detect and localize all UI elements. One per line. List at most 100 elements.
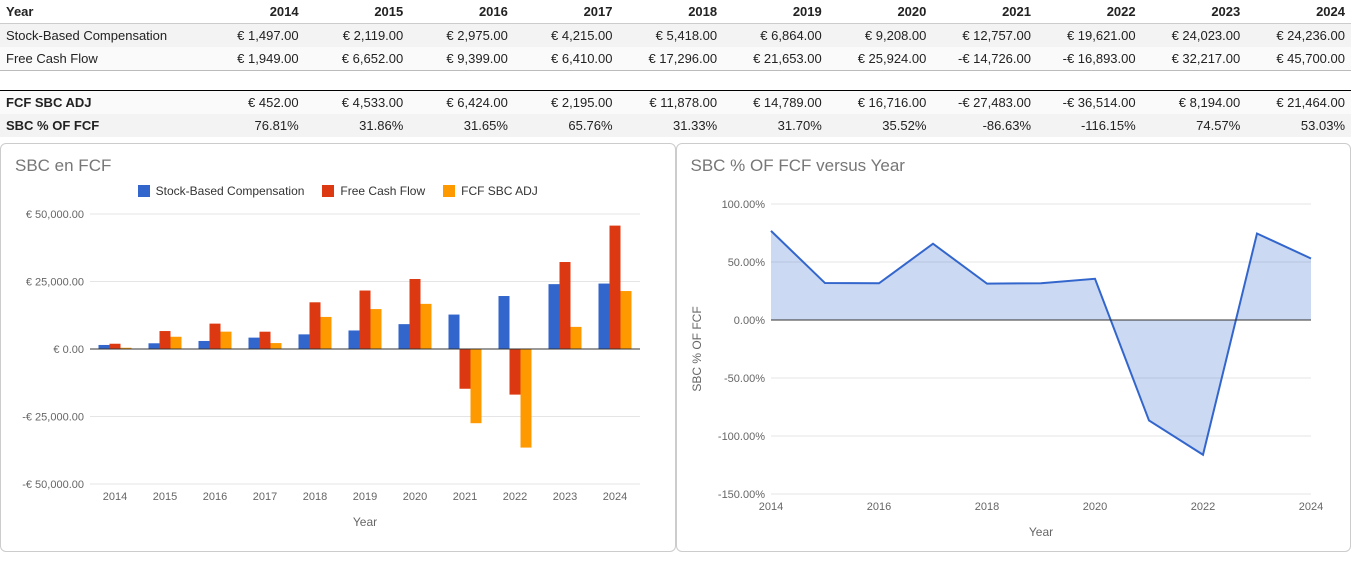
- bar: [110, 344, 121, 349]
- row-label: SBC % OF FCF: [0, 114, 200, 137]
- bar: [410, 279, 421, 349]
- cell-value: € 6,652.00: [305, 47, 410, 71]
- bar: [510, 349, 521, 395]
- cell-value: 65.76%: [514, 114, 619, 137]
- cell-value: 31.70%: [723, 114, 828, 137]
- cell-value: € 17,296.00: [619, 47, 724, 71]
- svg-text:2016: 2016: [203, 491, 227, 503]
- bar: [149, 343, 160, 349]
- col-header-2022: 2022: [1037, 0, 1142, 24]
- area-chart-card: SBC % OF FCF versus Year 100.00%50.00%0.…: [676, 143, 1351, 552]
- legend-swatch: [443, 185, 455, 197]
- bar: [271, 343, 282, 349]
- bar: [160, 331, 171, 349]
- svg-text:2015: 2015: [153, 491, 177, 503]
- bar: [210, 324, 221, 349]
- col-header-2020: 2020: [828, 0, 933, 24]
- bar: [321, 317, 332, 349]
- legend-swatch: [138, 185, 150, 197]
- cell-value: € 19,621.00: [1037, 24, 1142, 48]
- svg-text:2023: 2023: [553, 491, 577, 503]
- svg-text:SBC % OF FCF: SBC % OF FCF: [690, 306, 704, 391]
- cell-value: € 24,023.00: [1142, 24, 1247, 48]
- legend-label: Free Cash Flow: [340, 184, 425, 198]
- col-header-2017: 2017: [514, 0, 619, 24]
- bar: [349, 330, 360, 349]
- cell-value: € 11,878.00: [619, 91, 724, 115]
- bar: [521, 349, 532, 448]
- bar: [99, 345, 110, 349]
- svg-text:0.00%: 0.00%: [733, 315, 764, 327]
- bar: [621, 291, 632, 349]
- svg-text:2018: 2018: [303, 491, 327, 503]
- cell-value: 76.81%: [200, 114, 305, 137]
- cell-value: € 4,215.00: [514, 24, 619, 48]
- cell-value: € 9,208.00: [828, 24, 933, 48]
- svg-text:-150.00%: -150.00%: [717, 489, 764, 501]
- bar: [260, 332, 271, 349]
- svg-text:-50.00%: -50.00%: [724, 373, 765, 385]
- cell-value: € 6,424.00: [409, 91, 514, 115]
- cell-value: -116.15%: [1037, 114, 1142, 137]
- svg-text:2020: 2020: [1082, 501, 1106, 513]
- svg-text:Year: Year: [1028, 525, 1052, 539]
- svg-text:-€ 25,000.00: -€ 25,000.00: [22, 412, 84, 424]
- svg-text:2017: 2017: [253, 491, 277, 503]
- cell-value: € 14,789.00: [723, 91, 828, 115]
- cell-value: 74.57%: [1142, 114, 1247, 137]
- cell-value: € 25,924.00: [828, 47, 933, 71]
- cell-value: -€ 14,726.00: [932, 47, 1037, 71]
- bar: [499, 296, 510, 349]
- col-header-2019: 2019: [723, 0, 828, 24]
- cell-value: € 12,757.00: [932, 24, 1037, 48]
- bar: [299, 334, 310, 349]
- col-header-2024: 2024: [1246, 0, 1351, 24]
- svg-text:2022: 2022: [503, 491, 527, 503]
- cell-value: 31.33%: [619, 114, 724, 137]
- col-header-2016: 2016: [409, 0, 514, 24]
- cell-value: € 2,119.00: [305, 24, 410, 48]
- svg-text:€ 25,000.00: € 25,000.00: [26, 277, 84, 289]
- cell-value: € 16,716.00: [828, 91, 933, 115]
- legend-swatch: [322, 185, 334, 197]
- bar: [360, 291, 371, 349]
- col-header-2015: 2015: [305, 0, 410, 24]
- svg-text:-100.00%: -100.00%: [717, 431, 764, 443]
- cell-value: € 6,410.00: [514, 47, 619, 71]
- bar: [560, 262, 571, 349]
- legend-item: FCF SBC ADJ: [443, 184, 538, 198]
- svg-text:2024: 2024: [1298, 501, 1322, 513]
- row-label: Free Cash Flow: [0, 47, 200, 71]
- cell-value: € 6,864.00: [723, 24, 828, 48]
- col-header-2014: 2014: [200, 0, 305, 24]
- cell-value: -86.63%: [932, 114, 1037, 137]
- row-label: Stock-Based Compensation: [0, 24, 200, 48]
- bar-chart-card: SBC en FCF Stock-Based CompensationFree …: [0, 143, 676, 552]
- cell-value: 31.86%: [305, 114, 410, 137]
- area-line: [771, 231, 1311, 455]
- bar: [199, 341, 210, 349]
- bar-chart-legend: Stock-Based Compensation Free Cash Flow FC…: [5, 184, 671, 204]
- svg-text:2021: 2021: [453, 491, 477, 503]
- cell-value: 31.65%: [409, 114, 514, 137]
- cell-value: 53.03%: [1246, 114, 1351, 137]
- svg-text:100.00%: 100.00%: [721, 199, 765, 211]
- svg-text:50.00%: 50.00%: [727, 257, 765, 269]
- bar: [471, 349, 482, 423]
- cell-value: € 5,418.00: [619, 24, 724, 48]
- bar: [571, 327, 582, 349]
- bar: [599, 284, 610, 349]
- cell-value: € 4,533.00: [305, 91, 410, 115]
- legend-label: FCF SBC ADJ: [461, 184, 538, 198]
- financial-table: Year201420152016201720182019202020212022…: [0, 0, 1351, 137]
- legend-item: Stock-Based Compensation: [138, 184, 305, 198]
- svg-text:Year: Year: [353, 515, 377, 529]
- cell-value: € 32,217.00: [1142, 47, 1247, 71]
- cell-value: € 2,195.00: [514, 91, 619, 115]
- svg-text:€ 0.00: € 0.00: [53, 344, 84, 356]
- cell-value: € 452.00: [200, 91, 305, 115]
- svg-text:2014: 2014: [103, 491, 127, 503]
- svg-text:2018: 2018: [974, 501, 998, 513]
- col-header-year: Year: [0, 0, 200, 24]
- bar: [460, 349, 471, 389]
